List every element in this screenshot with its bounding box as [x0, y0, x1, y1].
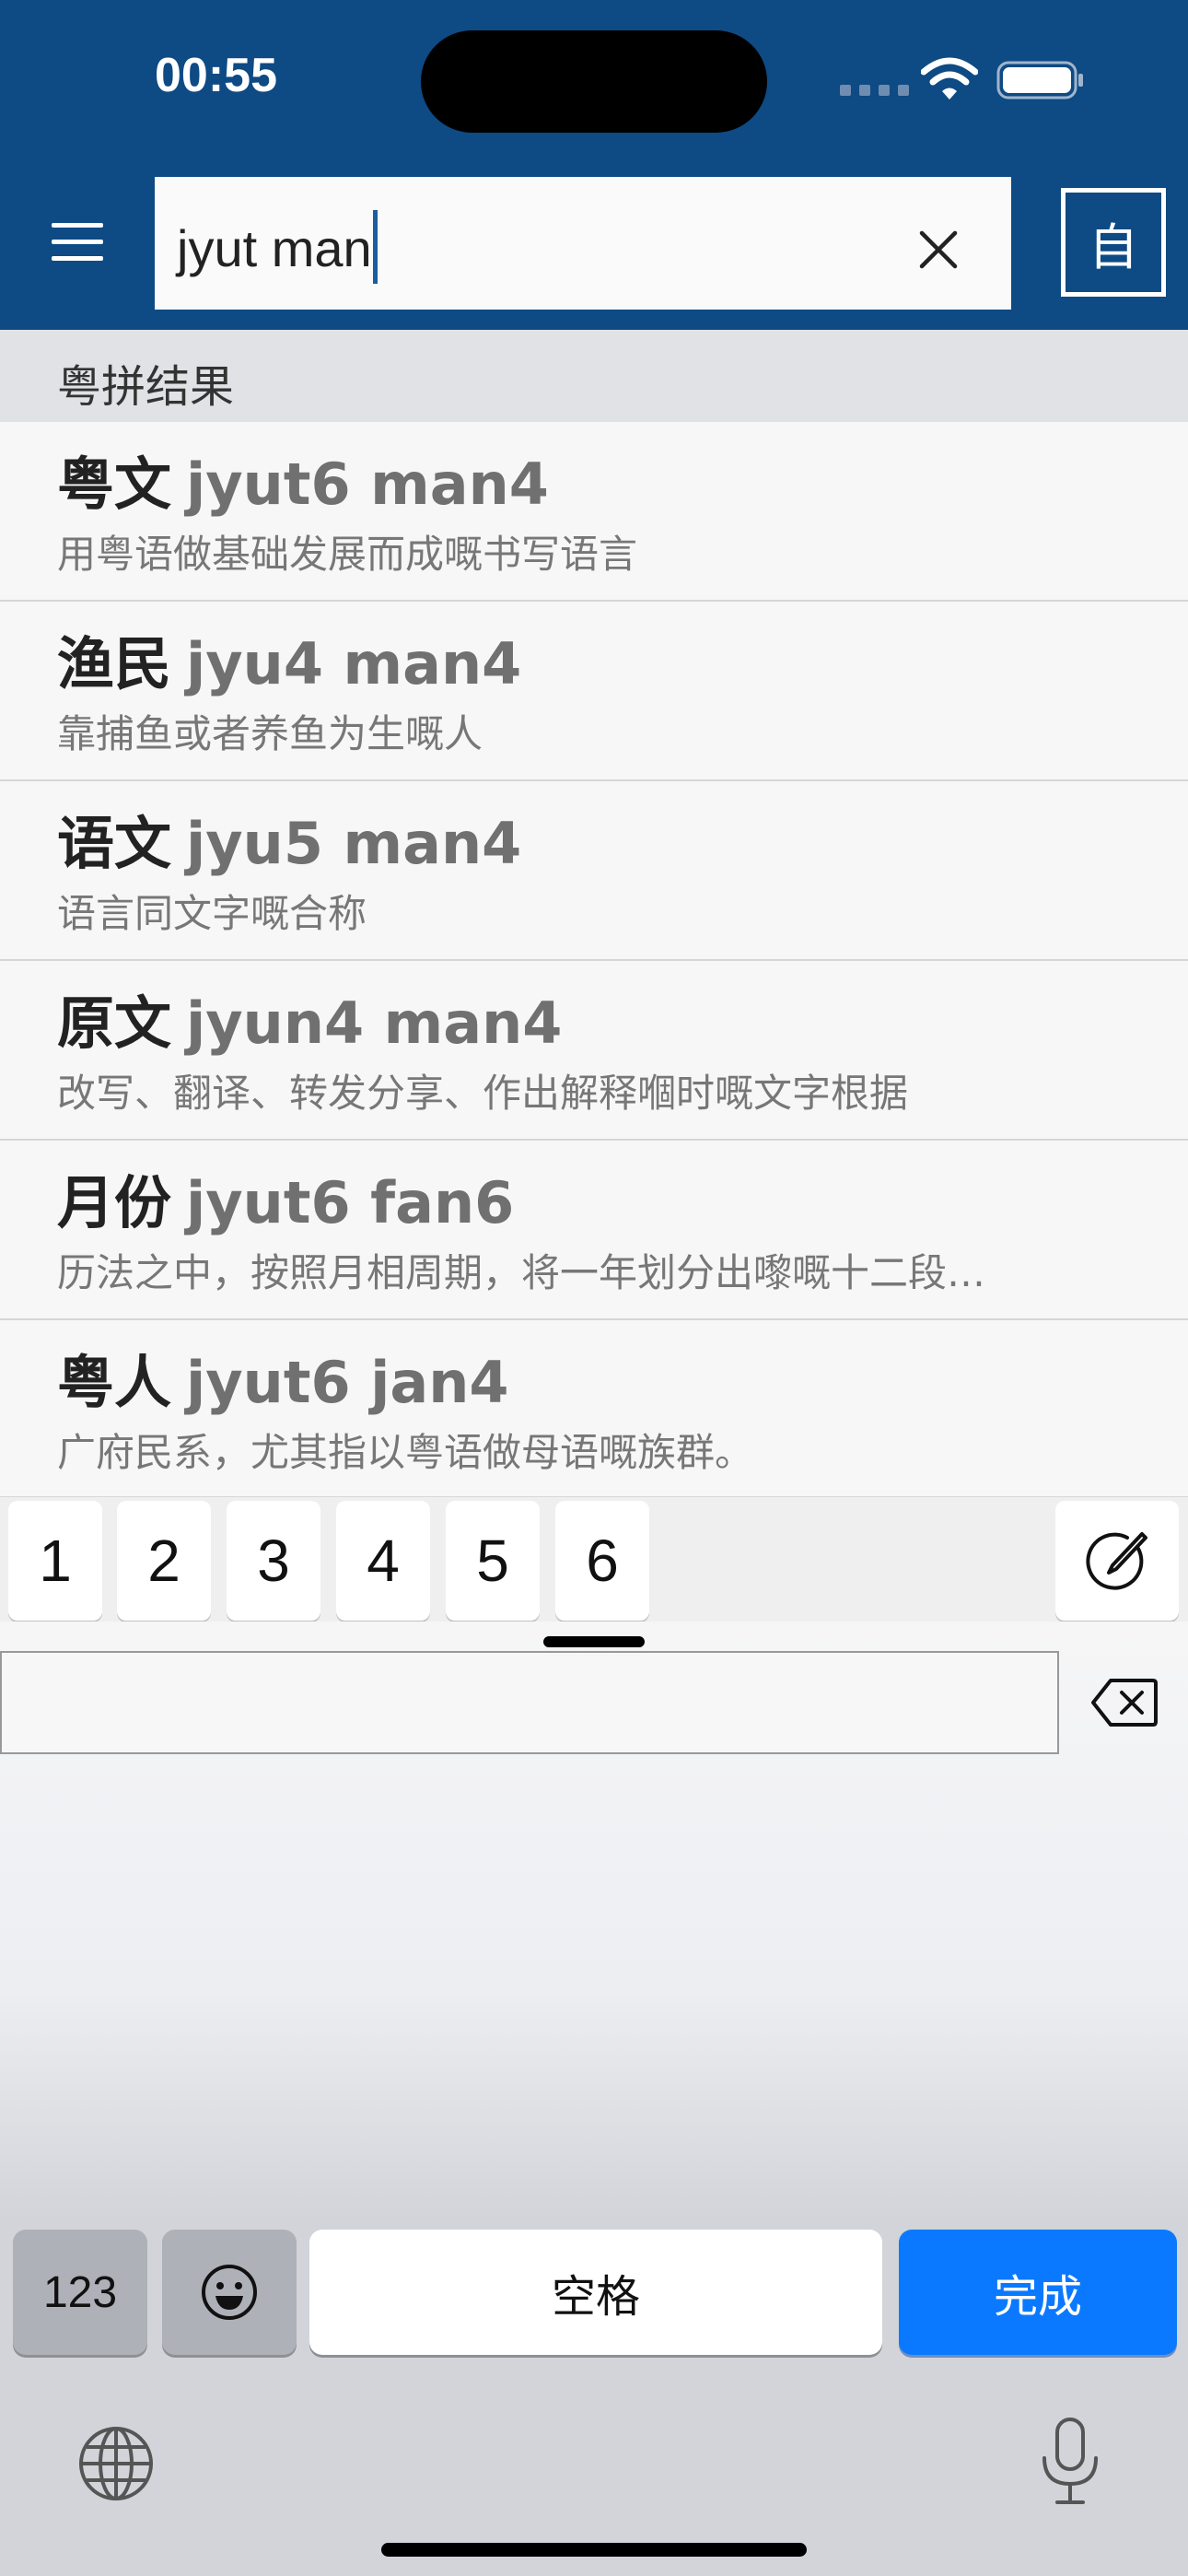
result-jyutping: jyut6 fan6: [186, 1169, 515, 1236]
done-key[interactable]: 完成: [899, 2230, 1177, 2355]
result-word: 粤文: [57, 451, 172, 518]
result-row[interactable]: 月份 jyut6 fan6 历法之中，按照月相周期，将一年划分出嚟嘅十二段…: [0, 1141, 1188, 1320]
status-time: 00:55: [155, 49, 277, 102]
results-section-header: 粤拼结果: [0, 330, 1188, 422]
result-jyutping: jyun4 man4: [186, 989, 563, 1057]
space-key[interactable]: 空格: [309, 2230, 882, 2355]
home-indicator[interactable]: [381, 2543, 807, 2557]
result-jyutping: jyut6 jan4: [186, 1349, 509, 1416]
keyboard-grab-handle[interactable]: [543, 1636, 645, 1647]
cellular-signal-icon: [840, 85, 909, 96]
result-row[interactable]: 渔民 jyu4 man4 靠捕鱼或者养鱼为生嘅人: [0, 602, 1188, 781]
handwriting-button[interactable]: [1055, 1501, 1179, 1621]
globe-icon[interactable]: [77, 2425, 155, 2502]
script-mode-button[interactable]: 自: [1061, 188, 1166, 297]
tone-key-6[interactable]: 6: [555, 1501, 649, 1621]
tone-key-2[interactable]: 2: [117, 1501, 211, 1621]
result-definition: 靠捕鱼或者养鱼为生嘅人: [57, 711, 483, 756]
results-list[interactable]: 粤文 jyut6 man4 用粤语做基础发展而成嘅书写语言 渔民 jyu4 man4…: [0, 422, 1188, 1496]
menu-button[interactable]: [41, 205, 114, 278]
result-row[interactable]: 语文 jyu5 man4 语言同文字嘅合称: [0, 781, 1188, 961]
numbers-key[interactable]: 123: [13, 2230, 147, 2355]
result-word: 粤人: [57, 1349, 172, 1416]
result-definition: 用粤语做基础发展而成嘅书写语言: [57, 532, 638, 577]
result-definition: 改写、翻译、转发分享、作出解释嗰时嘅文字根据: [57, 1071, 909, 1116]
result-row[interactable]: 粤人 jyut6 jan4 广府民系，尤其指以粤语做母语嘅族群。: [0, 1320, 1188, 1496]
microphone-icon[interactable]: [1035, 2416, 1105, 2508]
handwriting-icon: [1086, 1532, 1147, 1590]
emoji-key[interactable]: [162, 2230, 297, 2355]
result-row[interactable]: 原文 jyun4 man4 改写、翻译、转发分享、作出解释嗰时嘅文字根据: [0, 961, 1188, 1141]
tone-key-3[interactable]: 3: [227, 1501, 320, 1621]
result-word: 月份: [57, 1169, 172, 1236]
handwriting-input-area[interactable]: [0, 1651, 1059, 1754]
dynamic-island: [421, 30, 767, 133]
result-jyutping: jyu4 man4: [186, 630, 522, 697]
tone-key-1[interactable]: 1: [8, 1501, 102, 1621]
result-definition: 历法之中，按照月相周期，将一年划分出嚟嘅十二段…: [57, 1250, 986, 1295]
result-word: 原文: [57, 989, 172, 1057]
wifi-icon: [921, 57, 978, 100]
text-caret: [372, 210, 378, 284]
result-definition: 广府民系，尤其指以粤语做母语嘅族群。: [57, 1430, 754, 1475]
emoji-icon: [202, 2265, 257, 2320]
tone-key-5[interactable]: 5: [446, 1501, 540, 1621]
result-jyutping: jyu5 man4: [186, 810, 522, 877]
result-jyutping: jyut6 man4: [186, 451, 549, 518]
result-definition: 语言同文字嘅合称: [57, 891, 367, 936]
clear-icon[interactable]: [908, 219, 969, 280]
result-row[interactable]: 粤文 jyut6 man4 用粤语做基础发展而成嘅书写语言: [0, 422, 1188, 602]
section-title: 粤拼结果: [57, 361, 235, 413]
app-header: 00:55 jyut man 自: [0, 0, 1188, 330]
search-input[interactable]: jyut man: [155, 177, 1011, 310]
result-word: 渔民: [57, 630, 172, 697]
delete-icon[interactable]: [1090, 1677, 1159, 1728]
tone-key-4[interactable]: 4: [336, 1501, 430, 1621]
result-word: 语文: [57, 810, 172, 877]
keyboard: 123 空格 完成: [0, 1622, 1188, 2576]
battery-icon: [996, 61, 1083, 100]
search-query: jyut man: [177, 218, 372, 277]
tone-toolbar: 1 2 3 4 5 6: [0, 1496, 1188, 1622]
